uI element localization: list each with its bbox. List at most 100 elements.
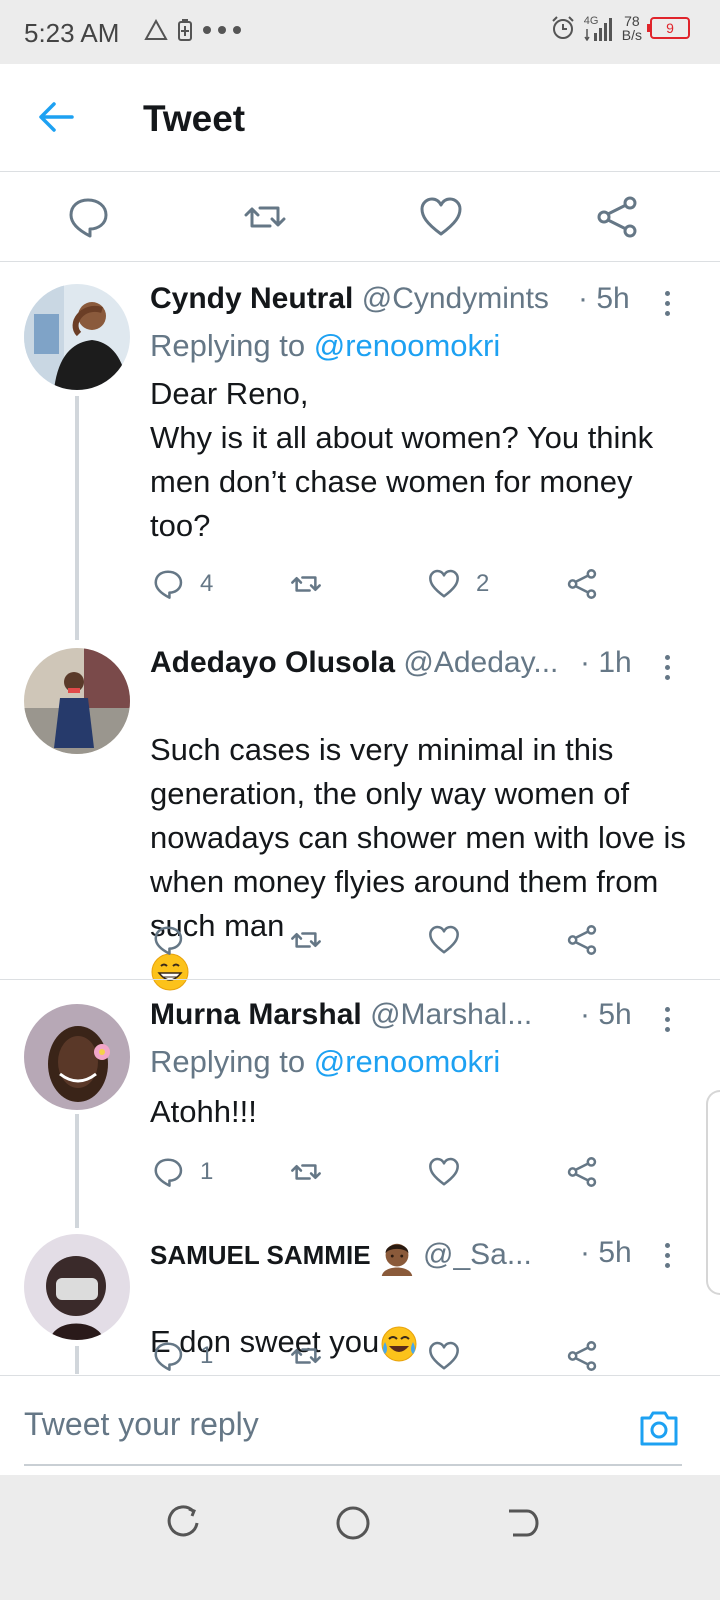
author-name[interactable]: SAMUEL SAMMIE xyxy=(150,1240,371,1270)
battery-saver-icon xyxy=(178,19,192,41)
avatar[interactable] xyxy=(24,284,130,390)
app-header: Tweet xyxy=(0,64,720,172)
reply-composer: Tweet your reply xyxy=(0,1375,720,1475)
retweet-icon xyxy=(244,206,286,228)
more-options-icon[interactable] xyxy=(660,1004,674,1034)
tweet-actions xyxy=(150,920,670,960)
tweet-time: · 1h xyxy=(580,646,632,679)
home-circle-icon xyxy=(336,1506,370,1540)
tweet-text: Atohh!!! xyxy=(150,1094,257,1129)
reply-button[interactable] xyxy=(63,192,113,242)
like-button[interactable] xyxy=(426,1336,476,1374)
more-options-icon[interactable] xyxy=(660,288,674,318)
retweet-button[interactable] xyxy=(288,564,338,604)
share-button[interactable] xyxy=(564,920,600,960)
home-button[interactable] xyxy=(333,1503,373,1543)
like-button[interactable] xyxy=(426,1152,476,1192)
share-icon xyxy=(597,196,637,238)
reply-button[interactable] xyxy=(150,920,200,960)
retweet-button[interactable] xyxy=(288,1152,338,1192)
share-button[interactable] xyxy=(592,192,642,242)
thread-line xyxy=(75,1346,79,1374)
share-icon xyxy=(567,1157,597,1187)
reply-tweet[interactable]: Murna Marshal @Marshal... · 5h Replying … xyxy=(0,980,720,1228)
comment-icon xyxy=(154,1158,183,1187)
comment-icon xyxy=(154,1342,183,1371)
status-time: 5:23 AM xyxy=(24,18,120,48)
retweet-icon xyxy=(291,576,321,592)
author-handle[interactable]: @Adeday... xyxy=(403,646,558,679)
avatar[interactable] xyxy=(24,648,130,754)
author-name[interactable]: Cyndy Neutral xyxy=(150,282,353,315)
comment-icon xyxy=(69,198,108,238)
share-icon xyxy=(567,925,597,955)
like-button[interactable] xyxy=(416,192,466,242)
back-nav-button[interactable] xyxy=(503,1503,543,1543)
recent-apps-button[interactable] xyxy=(163,1503,203,1543)
tweet-time: · 5h xyxy=(580,998,632,1031)
heart-icon xyxy=(429,925,459,954)
heart-icon xyxy=(429,569,459,598)
thread-line xyxy=(75,396,79,640)
heart-icon xyxy=(420,197,462,236)
tweet-time: · 5h xyxy=(578,282,630,315)
back-nav-icon xyxy=(509,1509,539,1537)
alarm-icon xyxy=(552,16,574,39)
reply-tweet[interactable]: Cyndy Neutral @Cyndymints · 5h Replying … xyxy=(0,262,720,640)
camera-button[interactable] xyxy=(638,1408,680,1448)
reply-button[interactable]: 1 xyxy=(150,1336,213,1374)
mention-link[interactable]: @renoomokri xyxy=(314,1044,501,1079)
retweet-button[interactable] xyxy=(240,192,290,242)
page-title: Tweet xyxy=(143,98,246,139)
share-button[interactable] xyxy=(564,564,600,604)
back-button[interactable] xyxy=(32,92,82,142)
status-bar: 5:23 AM 4G 78 B/s 9 xyxy=(0,0,720,64)
tweet-actions: 1 xyxy=(150,1152,670,1192)
retweet-icon xyxy=(291,1348,321,1364)
mention-link[interactable]: @renoomokri xyxy=(314,328,501,363)
more-options-icon[interactable] xyxy=(660,652,674,682)
tweet-text: Dear Reno, Why is it all about women? Yo… xyxy=(150,376,654,543)
avatar[interactable] xyxy=(24,1234,130,1340)
input-underline xyxy=(24,1464,682,1466)
author-name[interactable]: Adedayo Olusola xyxy=(150,646,395,679)
main-tweet-actions xyxy=(0,172,720,262)
comment-icon xyxy=(154,570,183,599)
share-button[interactable] xyxy=(564,1152,600,1192)
author-handle[interactable]: @Marshal... xyxy=(370,998,532,1031)
avatar[interactable] xyxy=(24,1004,130,1110)
comment-icon xyxy=(154,926,183,955)
tweet-actions: 1 xyxy=(150,1336,670,1374)
heart-icon xyxy=(429,1341,459,1370)
signal-icon: 4G xyxy=(584,15,614,41)
reply-input[interactable]: Tweet your reply xyxy=(24,1406,259,1443)
more-options-icon[interactable] xyxy=(660,1240,674,1270)
retweet-button[interactable] xyxy=(288,920,338,960)
author-handle[interactable]: @Cyndymints xyxy=(362,282,549,315)
reply-button[interactable]: 1 xyxy=(150,1152,213,1192)
more-notifications-icon xyxy=(203,26,241,34)
retweet-button[interactable] xyxy=(288,1336,338,1374)
replying-to: Replying to @renoomokri xyxy=(150,328,501,363)
like-button[interactable]: 2 xyxy=(426,564,489,604)
reply-button[interactable]: 4 xyxy=(150,564,213,604)
author-name[interactable]: Murna Marshal xyxy=(150,998,362,1031)
reply-count: 1 xyxy=(200,1342,214,1369)
warning-icon xyxy=(144,19,168,40)
heart-icon xyxy=(429,1157,459,1186)
reply-count: 1 xyxy=(200,1158,214,1185)
author-handle[interactable]: @_Sa... xyxy=(423,1238,532,1271)
reply-count: 4 xyxy=(200,570,214,597)
retweet-icon xyxy=(291,1164,321,1180)
recent-apps-icon xyxy=(167,1505,199,1537)
reply-tweet[interactable]: SAMUEL SAMMIE @_Sa... · 5h E don sweet y… xyxy=(0,1228,720,1374)
tweet-actions: 4 2 xyxy=(150,564,670,604)
share-button[interactable] xyxy=(564,1336,600,1374)
reply-tweet[interactable]: Adedayo Olusola @Adeday... · 1h Such cas… xyxy=(0,640,720,991)
replying-to: Replying to @renoomokri xyxy=(150,1044,501,1079)
like-button[interactable] xyxy=(426,920,476,960)
system-nav-bar xyxy=(0,1475,720,1600)
retweet-icon xyxy=(291,932,321,948)
back-arrow-icon xyxy=(39,102,74,132)
edge-panel-handle[interactable] xyxy=(706,1090,720,1295)
